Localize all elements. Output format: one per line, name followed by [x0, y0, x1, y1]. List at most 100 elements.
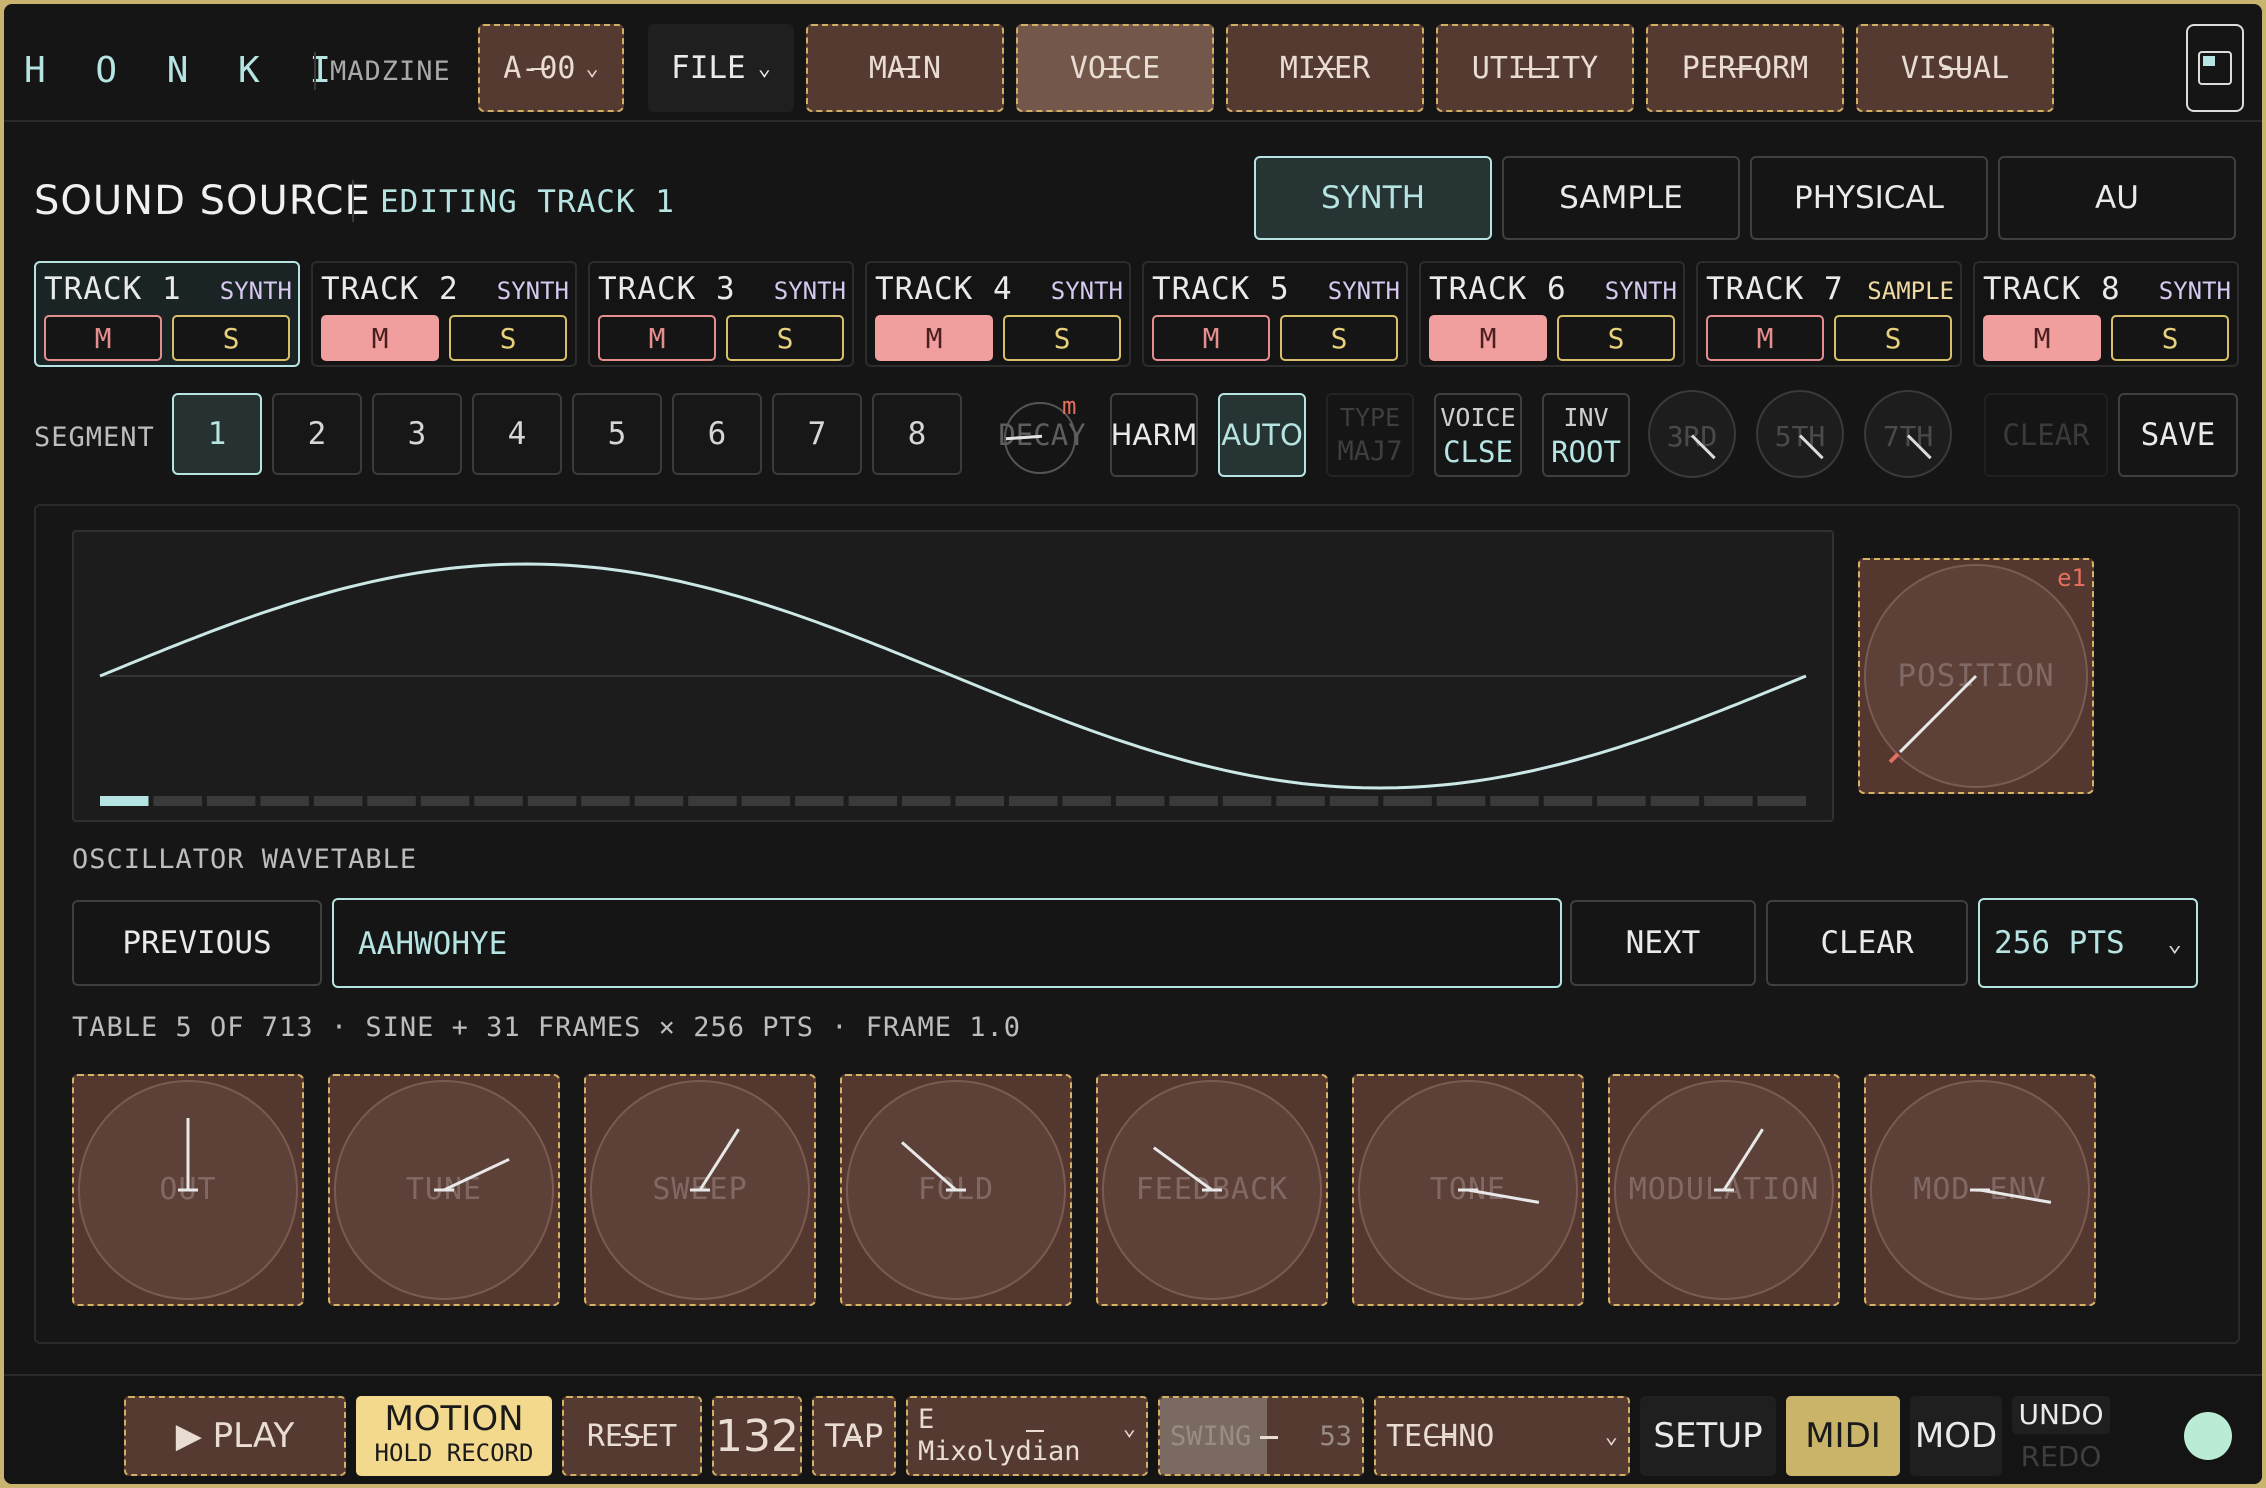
frame-cell[interactable]: [527, 796, 577, 806]
frame-cell[interactable]: [1704, 796, 1753, 806]
scale-select[interactable]: E Mixolydian ⌄: [906, 1396, 1148, 1476]
mute-button[interactable]: M: [1429, 315, 1547, 361]
points-select[interactable]: 256 PTS ⌄: [1978, 898, 2198, 988]
track-card[interactable]: TRACK 1 SYNTH M S: [34, 261, 300, 367]
decay-knob[interactable]: DECAY m: [998, 392, 1086, 476]
layout-toggle-button[interactable]: [2186, 24, 2244, 112]
frame-cell[interactable]: [1436, 796, 1486, 806]
undo-button[interactable]: UNDO: [2012, 1396, 2110, 1434]
tap-tempo-button[interactable]: TAP: [812, 1396, 896, 1476]
track-card[interactable]: TRACK 5 SYNTH M S: [1142, 261, 1408, 367]
waveform-display[interactable]: [72, 530, 1834, 822]
previous-button[interactable]: PREVIOUS: [72, 900, 322, 986]
tempo-display[interactable]: 132: [712, 1396, 802, 1476]
frame-cell[interactable]: [367, 796, 416, 806]
source-tab-sample[interactable]: SAMPLE: [1502, 156, 1740, 240]
frame-cell[interactable]: [1329, 796, 1379, 806]
wavetable-name-field[interactable]: AAHWOHYE: [332, 898, 1562, 988]
segment-button-4[interactable]: 4: [472, 393, 562, 475]
knob-fold[interactable]: FOLD: [840, 1074, 1072, 1306]
segment-button-1[interactable]: 1: [172, 393, 262, 475]
track-card[interactable]: TRACK 6 SYNTH M S: [1419, 261, 1685, 367]
solo-button[interactable]: S: [172, 315, 290, 361]
tab-utility[interactable]: UTILITY: [1436, 24, 1634, 112]
track-card[interactable]: TRACK 7 SAMPLE M S: [1696, 261, 1962, 367]
frame-cell[interactable]: [1222, 796, 1272, 806]
frame-cell[interactable]: [153, 796, 203, 806]
frame-cell[interactable]: [1650, 796, 1700, 806]
frame-cell[interactable]: [741, 796, 791, 806]
solo-button[interactable]: S: [2111, 315, 2229, 361]
solo-button[interactable]: S: [1557, 315, 1675, 361]
tab-visual[interactable]: VISUAL: [1856, 24, 2054, 112]
frame-cell[interactable]: [848, 796, 898, 806]
interval-knob-3rd[interactable]: 3RD: [1648, 390, 1736, 478]
frame-cell[interactable]: [581, 796, 630, 806]
frame-cell[interactable]: [1383, 796, 1432, 806]
tab-mixer[interactable]: MIXER: [1226, 24, 1424, 112]
segment-button-8[interactable]: 8: [872, 393, 962, 475]
wavetable-clear-button[interactable]: CLEAR: [1766, 900, 1968, 986]
frame-cell[interactable]: [474, 796, 523, 806]
source-tab-physical[interactable]: PHYSICAL: [1750, 156, 1988, 240]
solo-button[interactable]: S: [449, 315, 567, 361]
frame-cell[interactable]: [955, 796, 1005, 806]
track-card[interactable]: TRACK 2 SYNTH M S: [311, 261, 577, 367]
preset-select[interactable]: A-00 ⌄: [478, 24, 624, 112]
frame-cell[interactable]: [313, 796, 363, 806]
segment-button-5[interactable]: 5: [572, 393, 662, 475]
knob-mod-env[interactable]: MOD-ENV: [1864, 1074, 2096, 1306]
track-card[interactable]: TRACK 4 SYNTH M S: [865, 261, 1131, 367]
mute-button[interactable]: M: [44, 315, 162, 361]
mod-button[interactable]: MOD: [1910, 1396, 2002, 1476]
tab-voice[interactable]: VOICE: [1016, 24, 1214, 112]
chord-type-select[interactable]: TYPE MAJ7: [1326, 393, 1414, 477]
knob-feedback[interactable]: FEEDBACK: [1096, 1074, 1328, 1306]
setup-button[interactable]: SETUP: [1640, 1396, 1776, 1476]
play-button[interactable]: ▶ PLAY: [124, 1396, 346, 1476]
frame-cell[interactable]: [688, 796, 737, 806]
voicing-select[interactable]: VOICE CLSE: [1434, 393, 1522, 477]
interval-knob-7th[interactable]: 7TH: [1864, 390, 1952, 478]
frame-cell[interactable]: [206, 796, 256, 806]
source-tab-synth[interactable]: SYNTH: [1254, 156, 1492, 240]
next-button[interactable]: NEXT: [1570, 900, 1756, 986]
knob-modulation[interactable]: MODULATION: [1608, 1074, 1840, 1306]
inversion-select[interactable]: INV ROOT: [1542, 393, 1630, 477]
redo-button[interactable]: REDO: [2012, 1438, 2110, 1476]
position-knob[interactable]: POSITION e1: [1858, 558, 2094, 794]
frame-cell[interactable]: [1169, 796, 1218, 806]
frame-cell[interactable]: [1115, 796, 1165, 806]
segment-button-3[interactable]: 3: [372, 393, 462, 475]
segment-clear-button[interactable]: CLEAR: [1984, 393, 2108, 477]
tab-main[interactable]: MAIN: [806, 24, 1004, 112]
solo-button[interactable]: S: [1834, 315, 1952, 361]
reset-button[interactable]: RESET: [562, 1396, 702, 1476]
mute-button[interactable]: M: [875, 315, 993, 361]
frame-cell[interactable]: [1062, 796, 1111, 806]
tab-perform[interactable]: PERFORM: [1646, 24, 1844, 112]
mute-button[interactable]: M: [321, 315, 439, 361]
frame-cell[interactable]: [420, 796, 470, 806]
swing-slider[interactable]: SWING 53: [1158, 1396, 1364, 1476]
interval-knob-5th[interactable]: 5TH: [1756, 390, 1844, 478]
solo-button[interactable]: S: [1280, 315, 1398, 361]
mute-button[interactable]: M: [1706, 315, 1824, 361]
knob-tune[interactable]: TUNE: [328, 1074, 560, 1306]
file-menu[interactable]: FILE ⌄: [648, 24, 794, 112]
frame-cell[interactable]: [1597, 796, 1646, 806]
mute-button[interactable]: M: [598, 315, 716, 361]
frame-cell[interactable]: [634, 796, 684, 806]
auto-button[interactable]: AUTO: [1218, 393, 1306, 477]
track-card[interactable]: TRACK 8 SYNTH M S: [1973, 261, 2239, 367]
harm-button[interactable]: HARM: [1110, 393, 1198, 477]
solo-button[interactable]: S: [726, 315, 844, 361]
solo-button[interactable]: S: [1003, 315, 1121, 361]
segment-button-2[interactable]: 2: [272, 393, 362, 475]
source-tab-au[interactable]: AU: [1998, 156, 2236, 240]
knob-sweep[interactable]: SWEEP: [584, 1074, 816, 1306]
knob-tone[interactable]: TONE: [1352, 1074, 1584, 1306]
mute-button[interactable]: M: [1983, 315, 2101, 361]
frame-cell[interactable]: [795, 796, 844, 806]
motion-record-button[interactable]: MOTION HOLD RECORD: [356, 1396, 552, 1476]
